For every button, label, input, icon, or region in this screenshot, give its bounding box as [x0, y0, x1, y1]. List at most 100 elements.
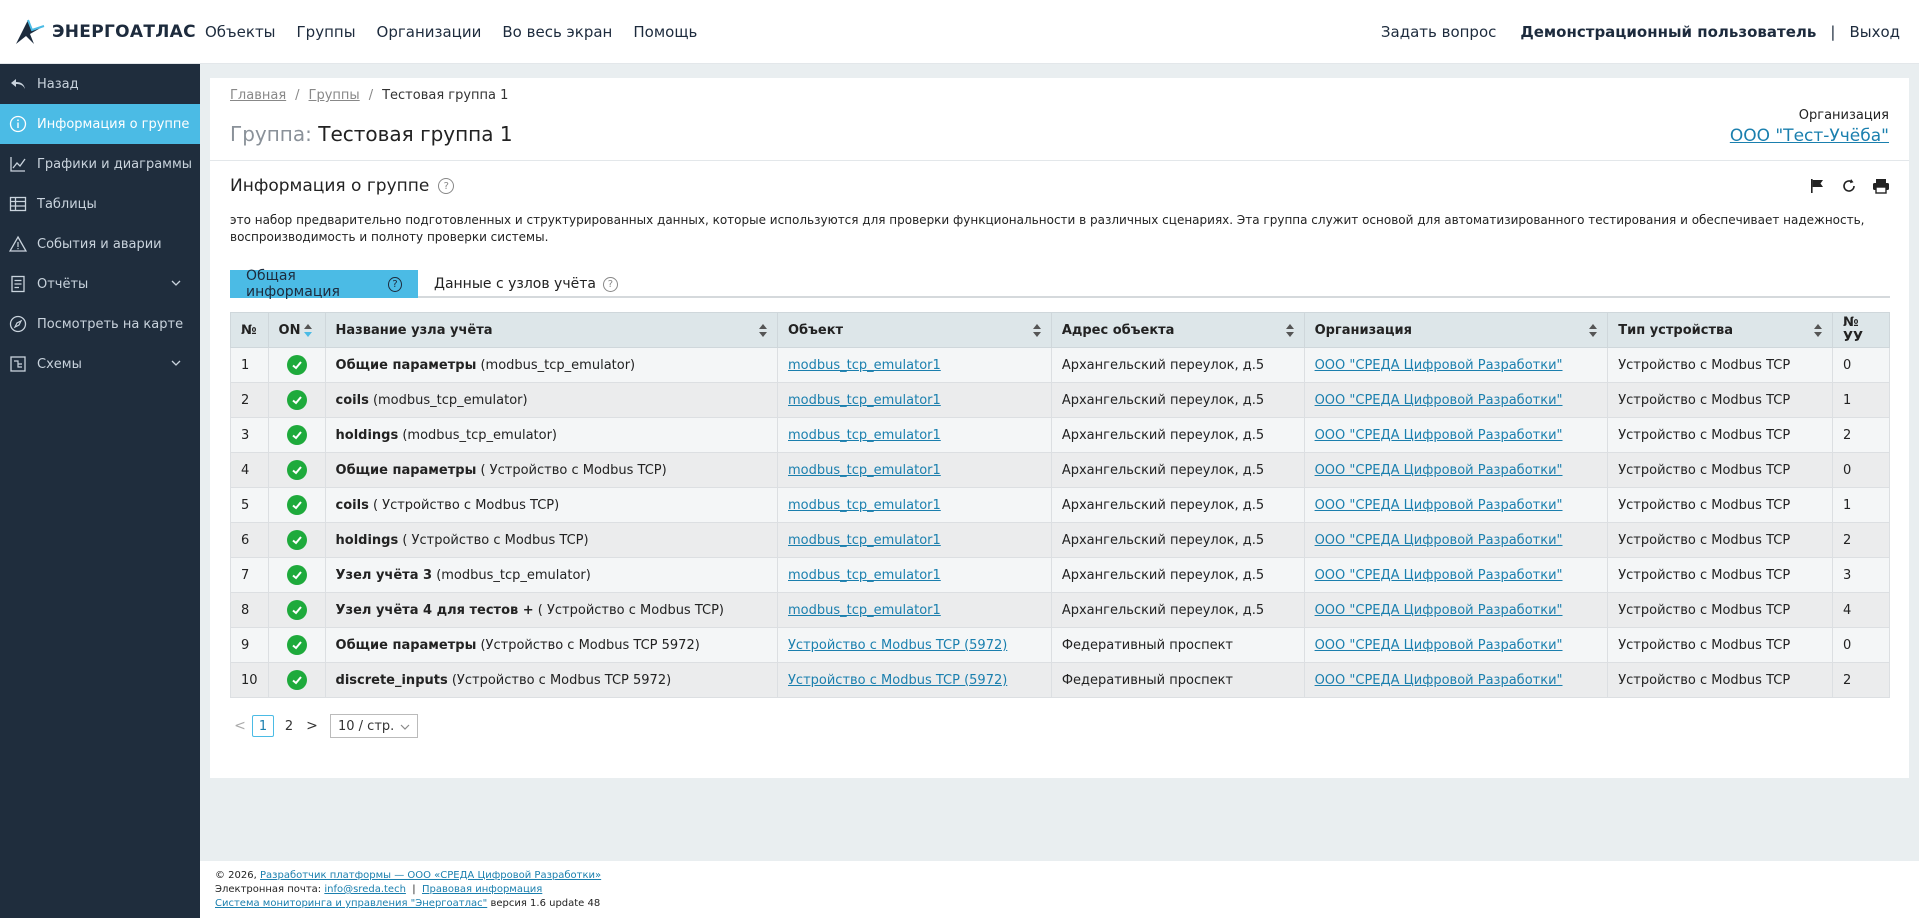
footer-line-3: Система мониторинга и управления "Энерго…: [215, 897, 1919, 911]
cell-uu-number: 1: [1831, 487, 1891, 523]
nav-objects[interactable]: Объекты: [205, 23, 276, 41]
sidebar-item-group-info[interactable]: Информация о группе: [0, 104, 200, 144]
organization-link[interactable]: ООО "СРЕДА Цифровой Разработки": [1315, 428, 1563, 443]
pagination-page-2[interactable]: 2: [278, 715, 300, 737]
sidebar-item-schemes[interactable]: Схемы: [0, 344, 200, 384]
page-size-select[interactable]: 10 / стр.: [330, 714, 418, 738]
object-link[interactable]: Устройство с Modbus TCP (5972): [788, 673, 1007, 688]
cell-on: [267, 487, 326, 523]
table-row[interactable]: 5 coils ( Устройство с Modbus TCP) modbus_…: [230, 487, 1891, 523]
flag-icon[interactable]: [1807, 176, 1827, 196]
cell-object: modbus_tcp_emulator1: [777, 522, 1052, 558]
user-menu: Задать вопрос Демонстрационный пользоват…: [1381, 0, 1900, 64]
check-circle-icon: [286, 600, 307, 620]
object-link[interactable]: modbus_tcp_emulator1: [788, 428, 941, 443]
nav-fullscreen[interactable]: Во весь экран: [502, 23, 612, 41]
sort-icon[interactable]: [303, 324, 312, 338]
sort-icon[interactable]: [1032, 324, 1041, 338]
table-row[interactable]: 7 Узел учёта 3 (modbus_tcp_emulator) modbu…: [230, 557, 1891, 593]
tab-node-data[interactable]: Данные с узлов учёта ?: [418, 270, 634, 298]
nav-organizations[interactable]: Организации: [377, 23, 482, 41]
object-link[interactable]: Устройство с Modbus TCP (5972): [788, 638, 1007, 653]
pagination-prev[interactable]: <: [230, 718, 250, 734]
node-name-rest: (modbus_tcp_emulator): [398, 427, 557, 443]
object-link[interactable]: modbus_tcp_emulator1: [788, 603, 941, 618]
column-header-number: №: [230, 312, 269, 348]
pagination-page-1[interactable]: 1: [252, 715, 274, 737]
organization-link[interactable]: ООО "СРЕДА Цифровой Разработки": [1315, 533, 1563, 548]
ask-question-link[interactable]: Задать вопрос: [1381, 23, 1497, 41]
organization-link[interactable]: ООО "СРЕДА Цифровой Разработки": [1315, 568, 1563, 583]
tab-general-info[interactable]: Общая информация ?: [230, 268, 418, 300]
cell-node-name: discrete_inputs (Устройство с Modbus TCP…: [324, 662, 779, 698]
help-icon[interactable]: ?: [438, 178, 455, 194]
organization-link[interactable]: ООО "СРЕДА Цифровой Разработки": [1315, 603, 1563, 618]
column-header-node-name[interactable]: Название узла учёта: [324, 312, 779, 348]
table-row[interactable]: 9 Общие параметры (Устройство с Modbus TC…: [230, 627, 1891, 663]
organization-link[interactable]: ООО "СРЕДА Цифровой Разработки": [1315, 393, 1563, 408]
cell-address: Федеративный проспект: [1050, 627, 1305, 663]
column-header-on[interactable]: ON: [267, 312, 326, 348]
object-link[interactable]: modbus_tcp_emulator1: [788, 498, 941, 513]
sidebar-item-reports[interactable]: Отчёты: [0, 264, 200, 304]
object-link[interactable]: modbus_tcp_emulator1: [788, 358, 941, 373]
sidebar-item-events[interactable]: События и аварии: [0, 224, 200, 264]
organization-link[interactable]: ООО "СРЕДА Цифровой Разработки": [1315, 673, 1563, 688]
help-icon[interactable]: ?: [602, 276, 618, 292]
organization-link[interactable]: ООО "Тест-Учёба": [1730, 126, 1889, 146]
sidebar-item-back[interactable]: Назад: [0, 64, 200, 104]
column-header-device-type[interactable]: Тип устройства: [1607, 312, 1833, 348]
table-row[interactable]: 2 coils (modbus_tcp_emulator) modbus_tcp_e…: [230, 382, 1891, 418]
object-link[interactable]: modbus_tcp_emulator1: [788, 533, 941, 548]
object-link[interactable]: modbus_tcp_emulator1: [788, 568, 941, 583]
developer-link[interactable]: Разработчик платформы — ООО «СРЕДА Цифро…: [260, 870, 601, 881]
table-row[interactable]: 3 holdings (modbus_tcp_emulator) modbus_tc…: [230, 417, 1891, 453]
help-icon[interactable]: ?: [388, 276, 402, 292]
sidebar-item-tables[interactable]: Таблицы: [0, 184, 200, 224]
table-row[interactable]: 8 Узел учёта 4 для тестов + ( Устройство …: [230, 592, 1891, 628]
refresh-icon[interactable]: [1839, 176, 1859, 196]
section-title: Информация о группе ?: [230, 176, 455, 196]
top-navbar: ЭНЕРГОАТЛАС Объекты Группы Организации В…: [0, 0, 1919, 64]
email-link[interactable]: info@sreda.tech: [324, 884, 406, 895]
logo[interactable]: ЭНЕРГОАТЛАС: [0, 16, 205, 48]
sidebar-item-label: Посмотреть на карте: [37, 316, 184, 332]
organization-link[interactable]: ООО "СРЕДА Цифровой Разработки": [1315, 463, 1563, 478]
cell-node-name: Общие параметры ( Устройство с Modbus TC…: [324, 452, 779, 488]
sort-icon[interactable]: [1589, 324, 1598, 338]
user-name[interactable]: Демонстрационный пользователь: [1520, 23, 1816, 41]
logout-link[interactable]: Выход: [1849, 23, 1900, 41]
node-name-bold: Общие параметры: [335, 637, 477, 653]
organization-link[interactable]: ООО "СРЕДА Цифровой Разработки": [1315, 358, 1563, 373]
object-link[interactable]: modbus_tcp_emulator1: [788, 463, 941, 478]
table-row[interactable]: 6 holdings ( Устройство с Modbus TCP) modb…: [230, 522, 1891, 558]
breadcrumb-groups[interactable]: Группы: [309, 88, 360, 103]
node-name-rest: (modbus_tcp_emulator): [476, 357, 636, 373]
sort-icon[interactable]: [1285, 324, 1294, 338]
sort-icon[interactable]: [759, 324, 767, 338]
column-header-address[interactable]: Адрес объекта: [1050, 312, 1305, 348]
object-link[interactable]: modbus_tcp_emulator1: [788, 393, 941, 408]
organization-link[interactable]: ООО "СРЕДА Цифровой Разработки": [1315, 638, 1563, 653]
nav-groups[interactable]: Группы: [297, 23, 356, 41]
organization-link[interactable]: ООО "СРЕДА Цифровой Разработки": [1315, 498, 1563, 513]
sort-icon[interactable]: [1813, 324, 1822, 338]
cell-uu-number: 2: [1831, 522, 1891, 558]
table-row[interactable]: 4 Общие параметры ( Устройство с Modbus T…: [230, 452, 1891, 488]
system-link[interactable]: Система мониторинга и управления "Энерго…: [215, 898, 487, 909]
sidebar-item-map[interactable]: Посмотреть на карте: [0, 304, 200, 344]
table-row[interactable]: 10 discrete_inputs (Устройство с Modbus T…: [230, 662, 1891, 698]
nav-help[interactable]: Помощь: [633, 23, 697, 41]
toolbar: [1795, 176, 1891, 196]
column-header-organization[interactable]: Организация: [1303, 312, 1609, 348]
breadcrumb-home[interactable]: Главная: [230, 88, 286, 103]
column-header-object[interactable]: Объект: [777, 312, 1052, 348]
column-header-label: Объект: [788, 322, 844, 338]
print-icon[interactable]: [1871, 176, 1891, 196]
cell-object: modbus_tcp_emulator1: [777, 557, 1052, 593]
back-arrow-icon: [8, 74, 28, 94]
table-row[interactable]: 1 Общие параметры (modbus_tcp_emulator) mo…: [230, 347, 1891, 383]
sidebar-item-charts[interactable]: Графики и диаграммы: [0, 144, 200, 184]
pagination-next[interactable]: >: [302, 718, 322, 734]
legal-info-link[interactable]: Правовая информация: [422, 884, 542, 895]
